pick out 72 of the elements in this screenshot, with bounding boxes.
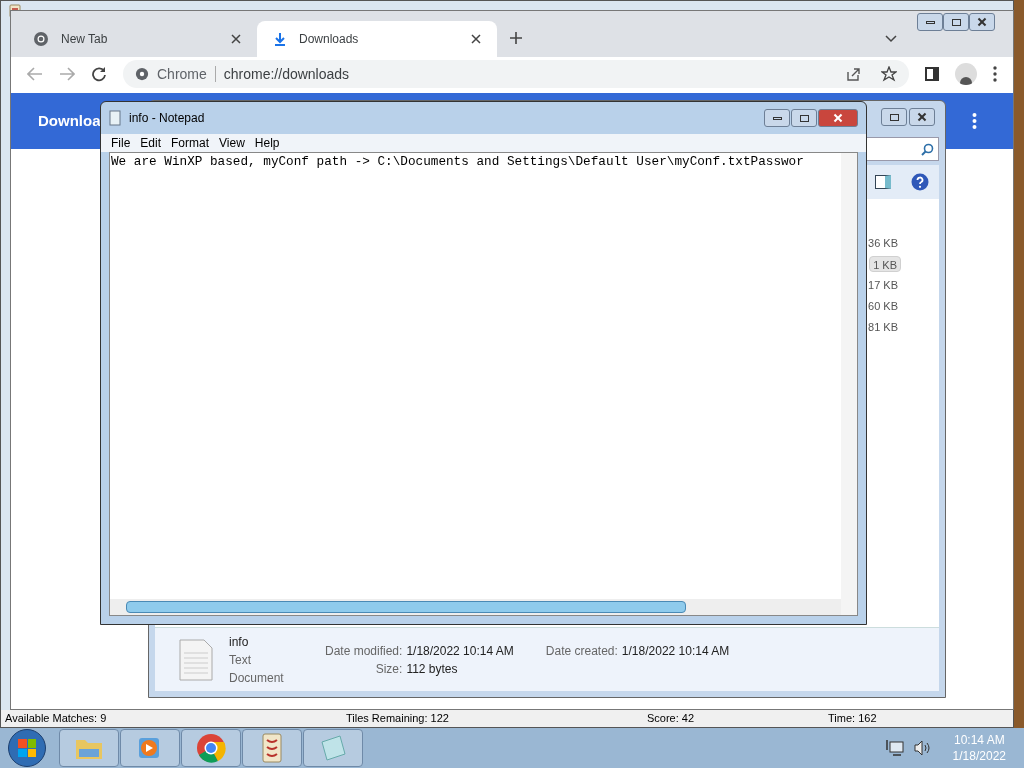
plus-icon[interactable] [509, 31, 523, 45]
minimize-button[interactable] [917, 13, 943, 31]
page-title: Downloa [38, 110, 101, 131]
chrome-icon [135, 67, 149, 81]
tab-title: Downloads [299, 31, 360, 48]
detail-label: Date modified: [325, 642, 403, 660]
close-button[interactable] [818, 109, 858, 127]
reload-icon[interactable] [91, 66, 107, 82]
close-button[interactable] [969, 13, 995, 31]
star-icon[interactable] [881, 66, 897, 82]
maximize-button[interactable] [881, 108, 907, 126]
horizontal-scrollbar[interactable] [110, 599, 841, 615]
file-name: info [229, 633, 250, 651]
chevron-down-icon[interactable] [885, 35, 897, 43]
detail-label: Size: [374, 660, 403, 678]
status-text: Score: 42 [646, 711, 696, 727]
window-title: info - Notepad [129, 110, 206, 127]
maximize-button[interactable] [943, 13, 969, 31]
menu-item[interactable]: File [107, 134, 135, 152]
file-size: 81 KB [867, 320, 899, 335]
detail-value: 1/18/2022 10:14 AM [406, 642, 514, 660]
notepad-icon [318, 734, 348, 762]
file-size: 60 KB [867, 299, 899, 314]
browser-tab[interactable]: Downloads [257, 21, 497, 57]
share-icon[interactable] [845, 66, 861, 82]
taskbar-button[interactable] [303, 729, 363, 767]
minimize-button[interactable] [764, 109, 790, 127]
maximize-button[interactable] [791, 109, 817, 127]
help-icon[interactable] [911, 173, 929, 191]
menu-item[interactable]: Format [167, 134, 214, 152]
file-type: Text Document [229, 651, 285, 687]
taskbar-button[interactable] [181, 729, 241, 767]
status-text: Tiles Remaining: 122 [345, 711, 450, 727]
more-icon[interactable] [972, 113, 977, 129]
browser-tab[interactable]: New Tab [17, 21, 257, 57]
file-size: 17 KB [867, 278, 899, 293]
close-button[interactable] [909, 108, 935, 126]
volume-icon[interactable] [913, 740, 932, 756]
profile-icon[interactable] [955, 63, 977, 85]
clock-time: 10:14 AM [953, 732, 1005, 748]
search-icon [921, 142, 934, 156]
download-icon [273, 32, 287, 46]
scroll-thumb[interactable] [126, 601, 686, 613]
file-size: 1 KB [869, 256, 901, 272]
address-bar[interactable]: Chrome chrome://downloads [123, 60, 909, 88]
preview-pane-icon[interactable] [875, 175, 891, 189]
chrome-icon [33, 31, 49, 47]
close-icon[interactable] [471, 34, 481, 44]
close-icon[interactable] [231, 34, 241, 44]
tab-title: New Tab [61, 31, 109, 48]
site-label: Chrome [157, 64, 207, 84]
network-icon[interactable] [884, 739, 905, 757]
tile-icon [261, 733, 283, 763]
detail-label: Date created: [545, 642, 618, 660]
menu-item[interactable]: View [215, 134, 249, 152]
vertical-scrollbar[interactable] [841, 153, 857, 615]
side-panel-icon[interactable] [925, 67, 939, 81]
menu-icon[interactable] [993, 66, 997, 82]
detail-value: 112 bytes [406, 660, 459, 678]
start-button[interactable] [8, 729, 46, 767]
status-text: Available Matches: 9 [5, 711, 108, 727]
menu-item[interactable]: Edit [136, 134, 166, 152]
chrome-icon [196, 733, 226, 763]
notepad-icon [109, 110, 121, 126]
detail-value: 1/18/2022 10:14 AM [621, 642, 730, 660]
menu-item[interactable]: Help [250, 134, 284, 152]
clock-date: 1/18/2022 [952, 748, 1006, 764]
url-text: chrome://downloads [223, 64, 351, 84]
status-text: Time: 162 [827, 711, 878, 727]
document-icon [179, 638, 213, 681]
file-size: 36 KB [867, 236, 899, 251]
taskbar-button[interactable] [242, 729, 302, 767]
